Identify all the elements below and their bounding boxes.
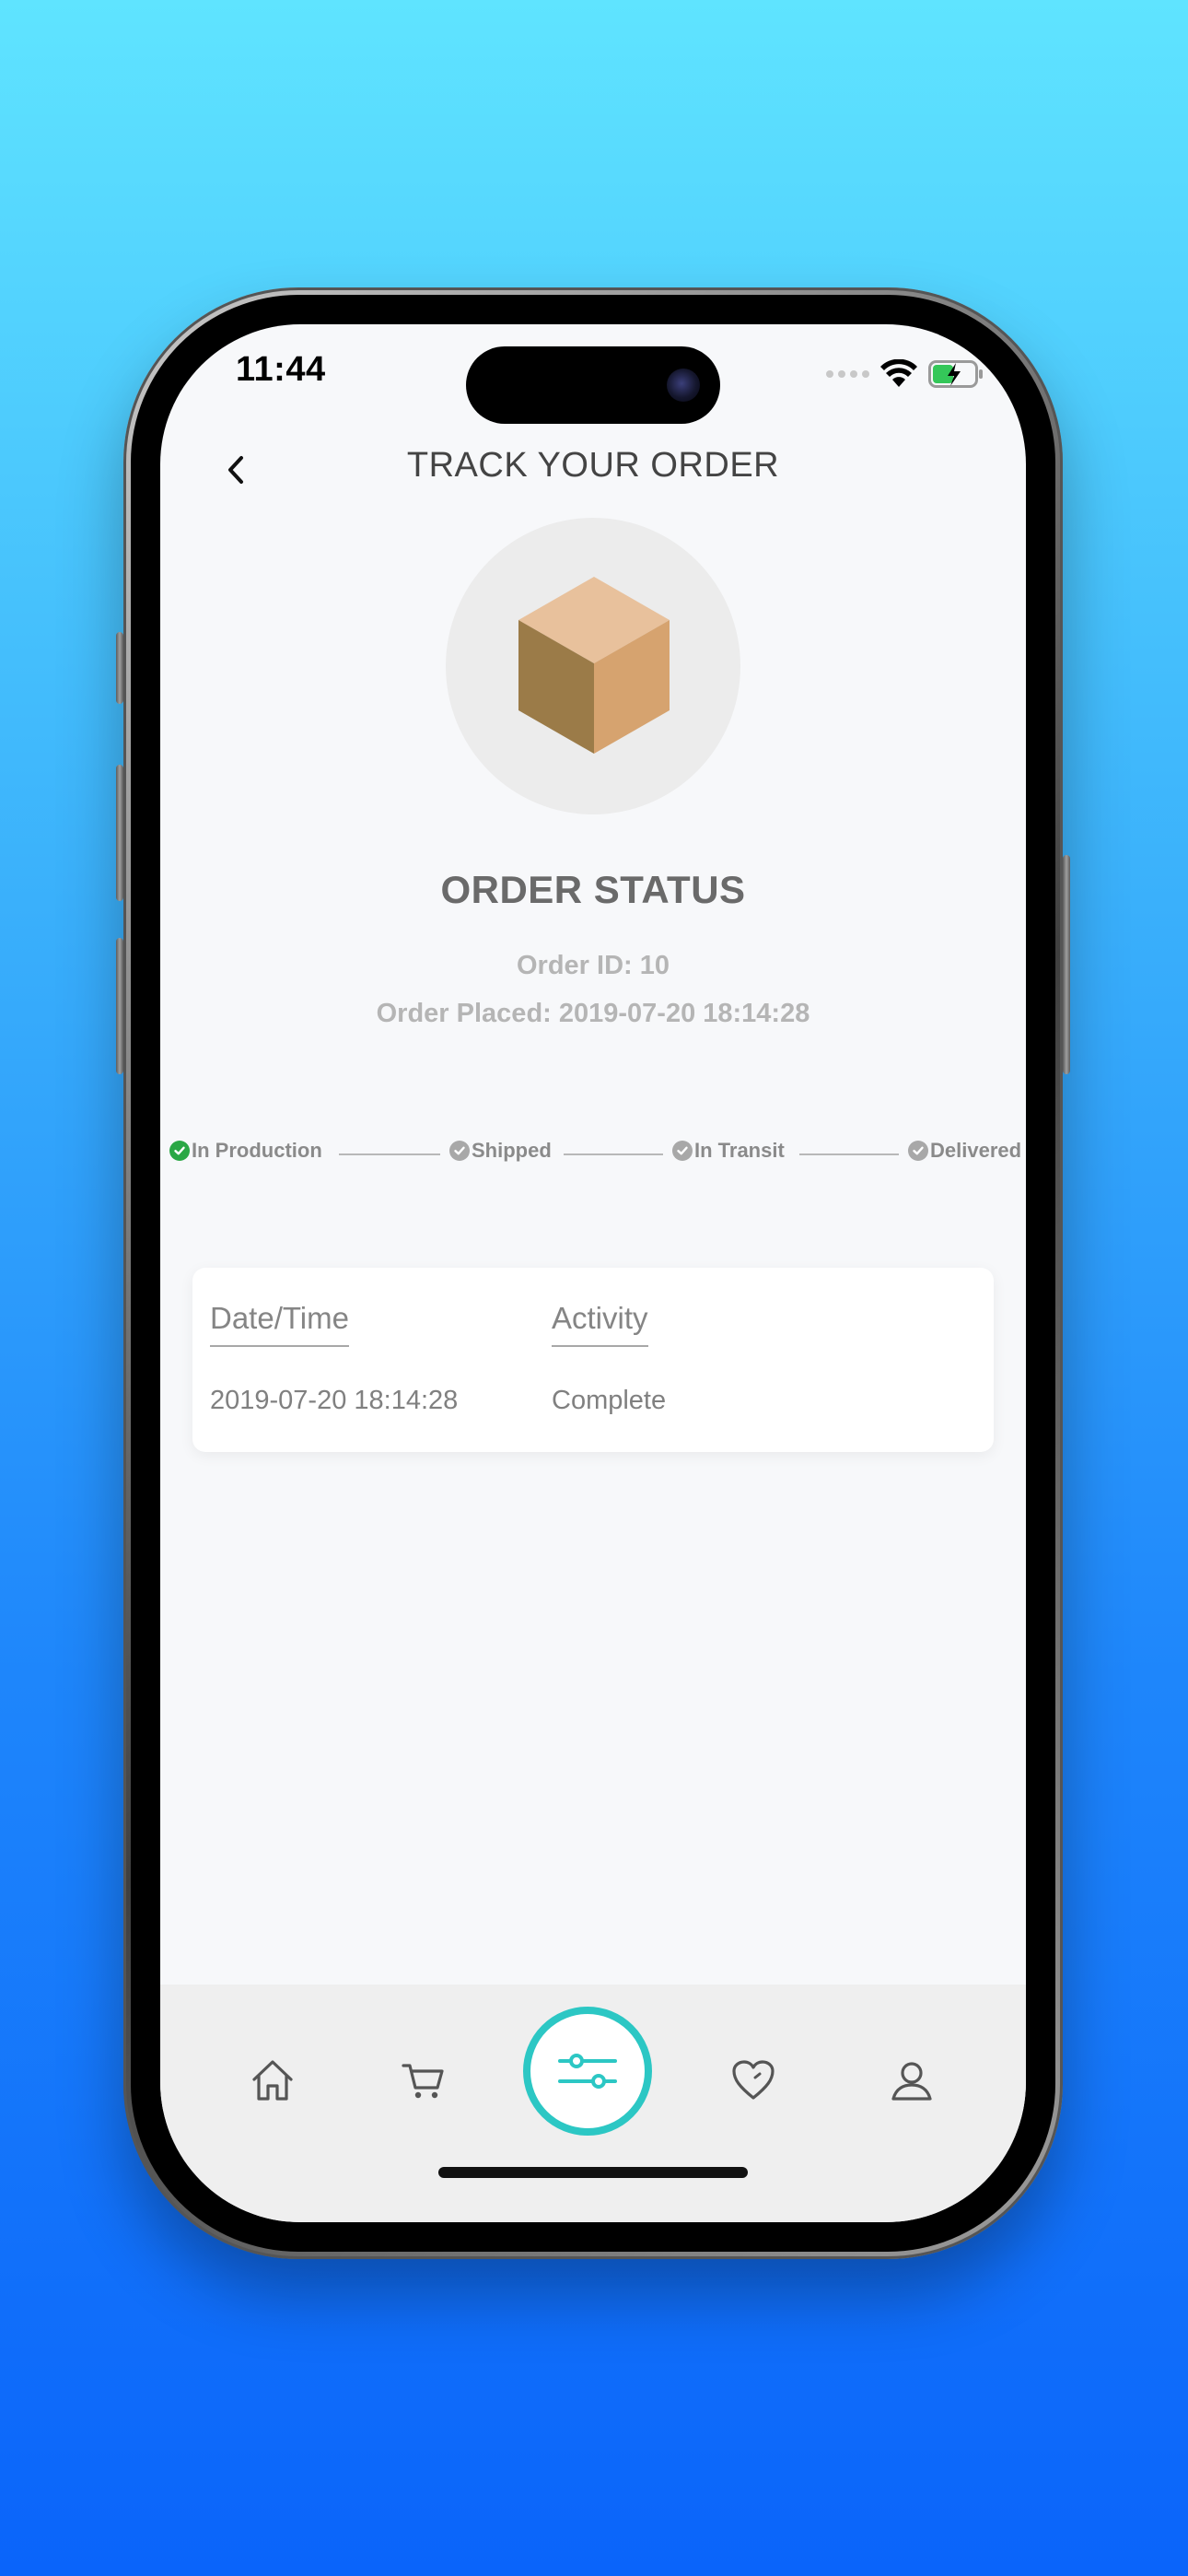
- check-circle-icon: [908, 1141, 928, 1161]
- package-box-icon: [518, 577, 670, 754]
- progress-connector: [799, 1153, 899, 1155]
- nav-home[interactable]: [241, 2049, 304, 2112]
- nav-filter-button[interactable]: [523, 2007, 652, 2136]
- nav-cart[interactable]: [392, 2049, 455, 2112]
- order-status-heading: ORDER STATUS: [440, 868, 746, 911]
- order-id: Order ID: 10: [517, 951, 670, 980]
- volume-down-button: [116, 938, 123, 1074]
- status-indicators: [826, 359, 984, 389]
- nav-profile[interactable]: [880, 2049, 943, 2112]
- cart-icon: [402, 2064, 444, 2099]
- app-screen: 11:44 TRACK YOUR ORDER ORDER STATUS Orde…: [160, 324, 1026, 2222]
- action-button: [116, 632, 123, 704]
- check-circle-icon: [672, 1141, 693, 1161]
- battery-charging-icon: [928, 360, 983, 388]
- table-header-activity: Activity: [552, 1301, 648, 1347]
- wifi-icon: [880, 359, 917, 387]
- dynamic-island: [466, 346, 720, 424]
- phone-frame: 11:44 TRACK YOUR ORDER ORDER STATUS Orde…: [123, 287, 1063, 2259]
- progress-step-shipped: Shipped: [449, 1139, 552, 1163]
- cellular-signal-icon: [826, 370, 869, 378]
- check-circle-icon: [169, 1141, 190, 1161]
- step-label: In Production: [192, 1139, 322, 1162]
- table-header-datetime: Date/Time: [210, 1301, 349, 1347]
- step-label: Shipped: [472, 1139, 552, 1162]
- package-hero: [446, 518, 740, 814]
- progress-connector: [339, 1153, 440, 1155]
- camera-icon: [667, 369, 700, 402]
- table-cell-datetime: 2019-07-20 18:14:28: [210, 1386, 459, 1415]
- progress-step-delivered: Delivered: [908, 1139, 1021, 1163]
- page-title: TRACK YOUR ORDER: [406, 446, 780, 485]
- heart-icon: [732, 2060, 775, 2100]
- step-label: Delivered: [930, 1139, 1022, 1162]
- order-progress-tracker: In Production Shipped In Transit Deliver…: [169, 1139, 1021, 1176]
- status-time: 11:44: [236, 350, 326, 389]
- order-placed-date: Order Placed: 2019-07-20 18:14:28: [376, 999, 810, 1028]
- progress-step-in-production: In Production: [169, 1139, 322, 1163]
- power-button: [1063, 855, 1070, 1074]
- progress-step-in-transit: In Transit: [672, 1139, 785, 1163]
- progress-connector: [564, 1153, 663, 1155]
- bottom-navigation: [160, 1985, 1026, 2222]
- activity-table-card: Date/Time Activity 2019-07-20 18:14:28 C…: [192, 1268, 994, 1452]
- step-label: In Transit: [694, 1139, 785, 1162]
- profile-icon: [891, 2062, 932, 2101]
- home-indicator[interactable]: [438, 2167, 748, 2178]
- home-icon: [252, 2060, 293, 2101]
- volume-up-button: [116, 765, 123, 901]
- table-cell-activity: Complete: [552, 1386, 667, 1415]
- nav-favorites[interactable]: [722, 2049, 785, 2112]
- filter-sliders-icon: [558, 2054, 617, 2089]
- check-circle-icon: [449, 1141, 470, 1161]
